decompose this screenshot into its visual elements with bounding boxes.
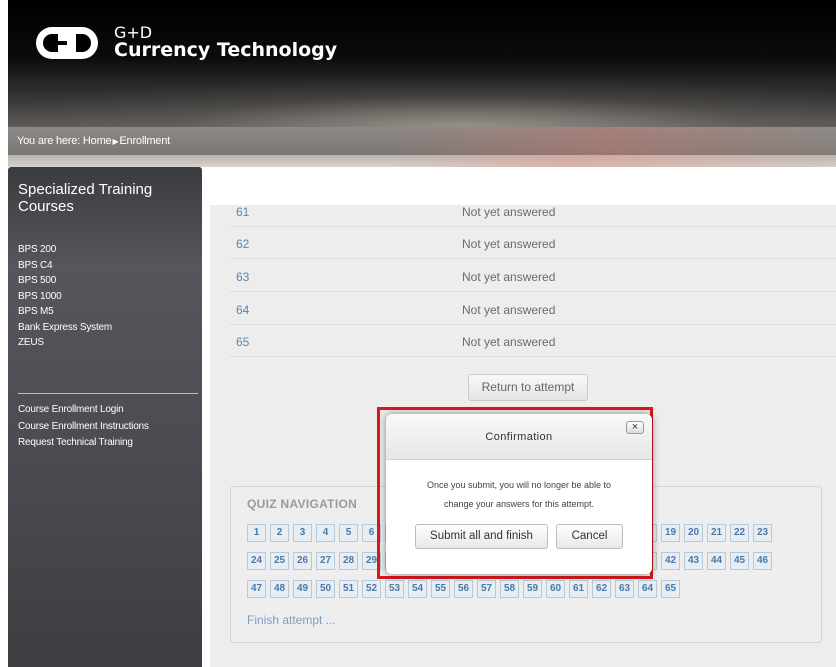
header-band [8, 155, 836, 167]
sidebar-item-bps-m5[interactable]: BPS M5 [18, 304, 112, 320]
site-header: G+D Currency Technology [8, 0, 836, 127]
sidebar-item-enrollment-instructions[interactable]: Course Enrollment Instructions [18, 419, 149, 436]
summary-row: 61 Not yet answered [230, 195, 836, 227]
quiz-nav-question-button[interactable]: 24 [247, 552, 266, 570]
question-number-link[interactable]: 63 [236, 270, 249, 284]
sidebar-title: Specialized Training Courses [18, 181, 153, 215]
dialog-title: Confirmation [485, 431, 553, 443]
header-band-tint [388, 155, 836, 167]
sidebar-divider [18, 393, 198, 394]
quiz-nav-question-button[interactable]: 22 [730, 524, 749, 542]
quiz-nav-question-button[interactable]: 54 [408, 580, 427, 598]
breadcrumb: You are here: Home▶Enrollment [17, 135, 170, 147]
question-status: Not yet answered [462, 270, 556, 284]
dialog-header: Confirmation × [386, 414, 652, 460]
confirmation-dialog: Confirmation × Once you submit, you will… [386, 414, 652, 574]
quiz-nav-question-button[interactable]: 56 [454, 580, 473, 598]
sidebar-item-bps-200[interactable]: BPS 200 [18, 242, 112, 258]
quiz-nav-question-button[interactable]: 50 [316, 580, 335, 598]
question-status: Not yet answered [462, 303, 556, 317]
question-number-link[interactable]: 61 [236, 205, 249, 219]
brand-line-2: Currency Technology [114, 39, 338, 62]
quiz-nav-question-button[interactable]: 55 [431, 580, 450, 598]
quiz-nav-question-button[interactable]: 3 [293, 524, 312, 542]
quiz-nav-question-button[interactable]: 59 [523, 580, 542, 598]
return-to-attempt-button[interactable]: Return to attempt [468, 374, 588, 401]
quiz-nav-question-button[interactable]: 5 [339, 524, 358, 542]
summary-row: 65 Not yet answered [230, 325, 836, 357]
quiz-nav-question-button[interactable]: 51 [339, 580, 358, 598]
sidebar-enrollment-links: Course Enrollment Login Course Enrollmen… [18, 402, 149, 452]
sidebar-item-request-training[interactable]: Request Technical Training [18, 435, 149, 452]
quiz-nav-question-button[interactable]: 43 [684, 552, 703, 570]
question-status: Not yet answered [462, 205, 556, 219]
quiz-nav-question-button[interactable]: 58 [500, 580, 519, 598]
breadcrumb-prefix: You are here: [17, 135, 83, 147]
quiz-nav-question-button[interactable]: 57 [477, 580, 496, 598]
quiz-nav-question-button[interactable]: 62 [592, 580, 611, 598]
quiz-navigation-title: QUIZ NAVIGATION [247, 497, 358, 511]
summary-row: 62 Not yet answered [230, 227, 836, 259]
gd-logo-icon [36, 27, 98, 59]
question-number-link[interactable]: 65 [236, 335, 249, 349]
quiz-nav-question-button[interactable]: 65 [661, 580, 680, 598]
question-status: Not yet answered [462, 237, 556, 251]
close-icon[interactable]: × [626, 421, 644, 434]
finish-attempt-link[interactable]: Finish attempt ... [247, 613, 336, 627]
summary-row: 64 Not yet answered [230, 293, 836, 325]
quiz-nav-question-button[interactable]: 47 [247, 580, 266, 598]
quiz-nav-question-button[interactable]: 26 [293, 552, 312, 570]
sidebar-item-bps-1000[interactable]: BPS 1000 [18, 289, 112, 305]
breadcrumb-bar-tint [376, 127, 836, 155]
sidebar-item-bank-express-system[interactable]: Bank Express System [18, 320, 112, 336]
quiz-nav-question-button[interactable]: 49 [293, 580, 312, 598]
quiz-nav-question-button[interactable]: 2 [270, 524, 289, 542]
quiz-nav-question-button[interactable]: 44 [707, 552, 726, 570]
sidebar: Specialized Training Courses BPS 200 BPS… [8, 167, 202, 667]
breadcrumb-bar: You are here: Home▶Enrollment [8, 127, 836, 155]
question-number-link[interactable]: 62 [236, 237, 249, 251]
quiz-nav-question-button[interactable]: 23 [753, 524, 772, 542]
sidebar-item-bps-500[interactable]: BPS 500 [18, 273, 112, 289]
summary-row: 63 Not yet answered [230, 260, 836, 292]
dialog-message-line-1: Once you submit, you will no longer be a… [426, 480, 612, 490]
question-number-link[interactable]: 64 [236, 303, 249, 317]
quiz-nav-question-button[interactable]: 60 [546, 580, 565, 598]
quiz-nav-question-button[interactable]: 46 [753, 552, 772, 570]
quiz-nav-question-button[interactable]: 19 [661, 524, 680, 542]
quiz-nav-question-button[interactable]: 21 [707, 524, 726, 542]
quiz-nav-question-button[interactable]: 4 [316, 524, 335, 542]
quiz-nav-question-button[interactable]: 61 [569, 580, 588, 598]
header-glow [8, 77, 836, 127]
sidebar-course-list: BPS 200 BPS C4 BPS 500 BPS 1000 BPS M5 B… [18, 242, 112, 351]
quiz-nav-question-button[interactable]: 20 [684, 524, 703, 542]
breadcrumb-arrow-icon: ▶ [112, 137, 119, 146]
quiz-nav-question-button[interactable]: 63 [615, 580, 634, 598]
quiz-nav-question-button[interactable]: 53 [385, 580, 404, 598]
brand-logo[interactable]: G+D Currency Technology [32, 24, 337, 62]
brand-name: G+D Currency Technology [114, 24, 338, 62]
quiz-nav-question-button[interactable]: 48 [270, 580, 289, 598]
breadcrumb-home-link[interactable]: Home [83, 135, 112, 147]
quiz-nav-question-button[interactable]: 25 [270, 552, 289, 570]
sidebar-item-enrollment-login[interactable]: Course Enrollment Login [18, 402, 149, 419]
sidebar-gutter [202, 167, 210, 667]
quiz-nav-question-button[interactable]: 1 [247, 524, 266, 542]
dialog-message-line-2: change your answers for this attempt. [443, 499, 595, 509]
submit-all-and-finish-button[interactable]: Submit all and finish [415, 524, 548, 549]
dialog-message: Once you submit, you will no longer be a… [386, 476, 652, 514]
quiz-nav-question-button[interactable]: 64 [638, 580, 657, 598]
sidebar-item-bps-c4[interactable]: BPS C4 [18, 258, 112, 274]
quiz-nav-question-button[interactable]: 28 [339, 552, 358, 570]
quiz-nav-question-button[interactable]: 42 [661, 552, 680, 570]
cancel-button[interactable]: Cancel [556, 524, 623, 549]
quiz-nav-question-button[interactable]: 45 [730, 552, 749, 570]
question-status: Not yet answered [462, 335, 556, 349]
quiz-nav-question-button[interactable]: 27 [316, 552, 335, 570]
quiz-nav-question-button[interactable]: 52 [362, 580, 381, 598]
sidebar-item-zeus[interactable]: ZEUS [18, 335, 112, 351]
breadcrumb-current[interactable]: Enrollment [119, 135, 170, 147]
